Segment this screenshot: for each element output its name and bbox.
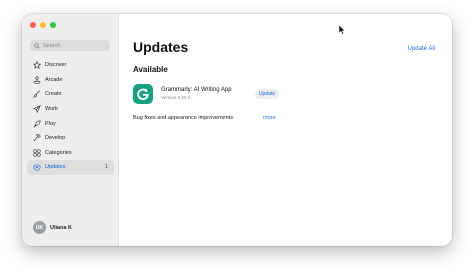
minimize-window-button[interactable] [40, 22, 46, 28]
grammarly-app-icon[interactable] [133, 84, 153, 104]
download-icon [32, 163, 41, 172]
sidebar-item-label: Work [45, 106, 58, 113]
rocket-icon [32, 119, 41, 128]
section-title: Available [133, 65, 168, 74]
zoom-window-button[interactable] [50, 22, 56, 28]
sidebar-item-label: Categories [45, 149, 72, 156]
mouse-pointer-icon [338, 22, 346, 40]
more-link[interactable]: more [263, 115, 276, 121]
sidebar-item-create[interactable]: Create [27, 87, 114, 102]
brush-icon [32, 90, 41, 99]
main-content: Updates Update All Available Grammarly: … [118, 14, 452, 246]
sidebar-item-arcade[interactable]: Arcade [27, 73, 114, 88]
sidebar-item-label: Create [45, 91, 62, 98]
search-icon [34, 42, 40, 49]
sidebar-item-label: Develop [45, 135, 66, 142]
sidebar-item-discover[interactable]: Discover [27, 58, 114, 73]
sidebar-item-label: Updates [45, 164, 66, 171]
app-name[interactable]: Grammarly: AI Writing App [161, 87, 232, 93]
sidebar-item-work[interactable]: Work [27, 102, 114, 117]
page-title: Updates [133, 39, 189, 55]
search-placeholder: Search [43, 42, 61, 49]
sidebar-item-categories[interactable]: Categories [27, 146, 114, 161]
hammer-icon [32, 134, 41, 143]
updates-count-badge: 1 [105, 164, 108, 171]
sidebar-item-label: Discover [45, 62, 67, 69]
sidebar-item-label: Play [45, 120, 56, 127]
update-all-button[interactable]: Update All [408, 46, 435, 52]
app-version: Version 9.68.0 [161, 95, 191, 100]
search-input[interactable]: Search [30, 40, 110, 51]
avatar: UK [33, 221, 46, 234]
app-store-window: Search Discover Arcade Create Work Play … [22, 14, 452, 246]
release-notes: Bug fixes and appearance improvements. [133, 115, 235, 121]
sidebar-nav: Discover Arcade Create Work Play Develop… [27, 58, 114, 175]
close-window-button[interactable] [30, 22, 36, 28]
sidebar-item-play[interactable]: Play [27, 116, 114, 131]
joystick-icon [32, 75, 41, 84]
window-controls [30, 22, 60, 28]
user-name: Uliana K [50, 224, 73, 231]
sidebar: Search Discover Arcade Create Work Play … [22, 14, 119, 246]
sidebar-item-updates[interactable]: Updates 1 [27, 160, 114, 175]
sidebar-item-develop[interactable]: Develop [27, 131, 114, 146]
star-icon [32, 61, 41, 70]
app-update-row: Grammarly: AI Writing App Version 9.68.0 [133, 84, 232, 104]
update-app-button[interactable]: Update [255, 89, 279, 99]
sidebar-item-label: Arcade [45, 76, 63, 83]
user-account[interactable]: UK Uliana K [33, 221, 72, 234]
grid-icon [32, 148, 41, 157]
paper-plane-icon [32, 105, 41, 114]
